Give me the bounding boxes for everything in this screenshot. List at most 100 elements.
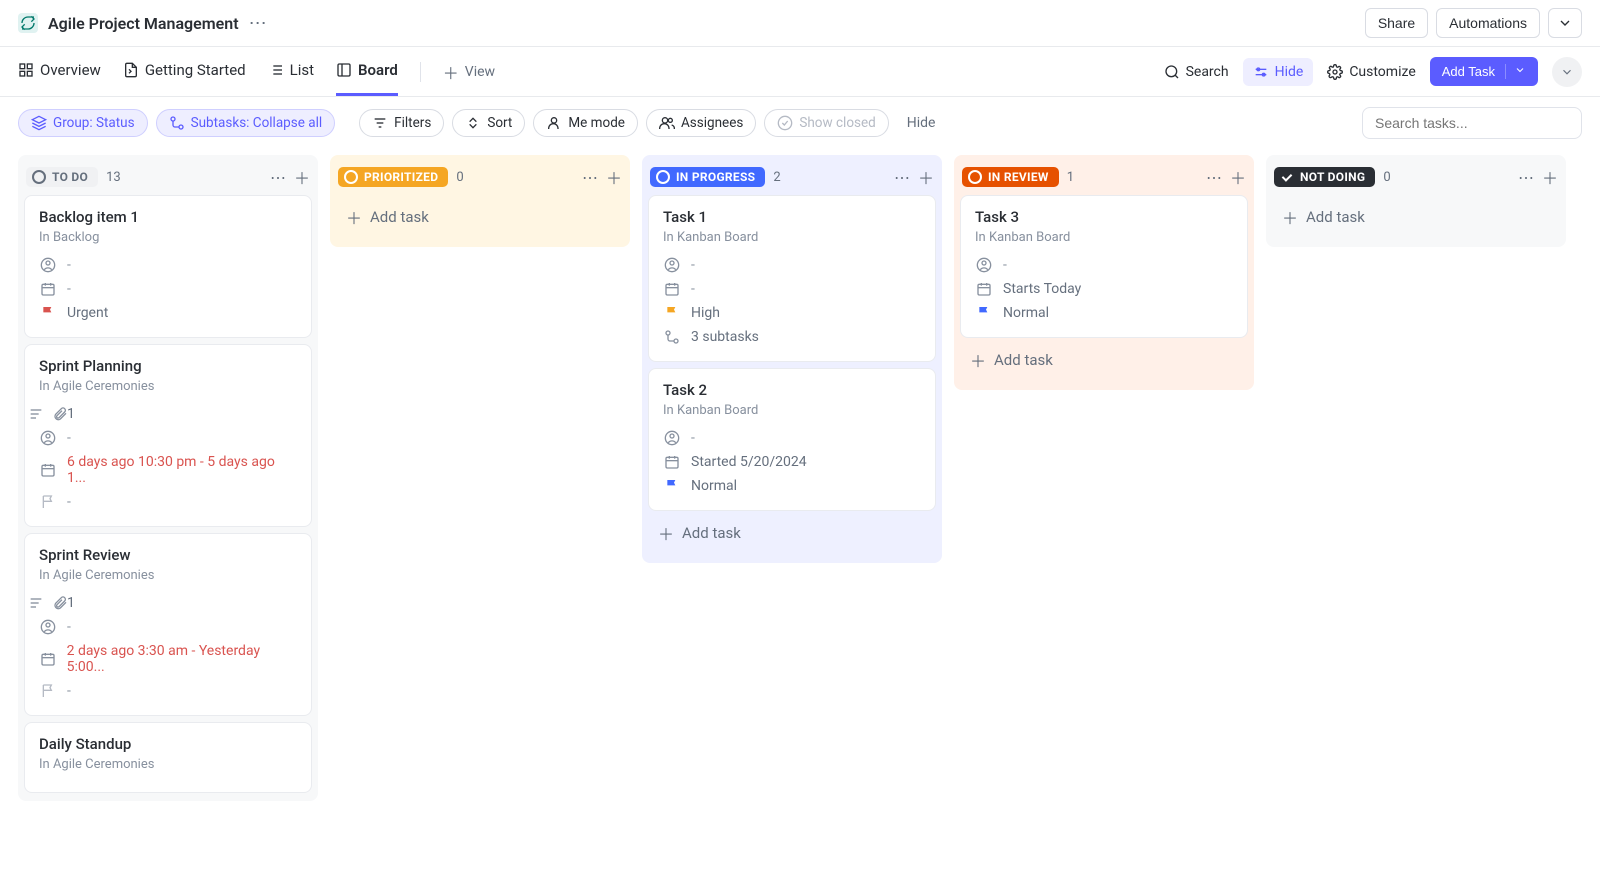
column-header: IN REVIEW1⋯＋ <box>958 159 1250 195</box>
task-card[interactable]: Sprint ReviewIn Agile Ceremonies1-2 days… <box>24 533 312 716</box>
card-row-icon <box>663 257 681 273</box>
card-row-text: 2 days ago 3:30 am - Yesterday 5:00... <box>67 643 297 675</box>
header-left: Agile Project Management ⋯ <box>18 13 268 34</box>
description-icon <box>28 406 44 422</box>
sort-chip[interactable]: Sort <box>452 109 525 137</box>
more-options-button[interactable] <box>1552 57 1582 87</box>
column-more-button[interactable]: ⋯ <box>582 168 598 187</box>
column-add-button[interactable]: ＋ <box>606 165 622 189</box>
add-task-in-column[interactable]: ＋ Add task <box>1270 195 1562 239</box>
view-tabs: Overview Getting Started List Board ＋ Vi… <box>0 47 1600 97</box>
sliders-icon <box>1253 64 1269 80</box>
task-card[interactable]: Task 1In Kanban Board--High3 subtasks <box>648 195 936 362</box>
user-circle-icon <box>976 257 992 273</box>
header: Agile Project Management ⋯ Share Automat… <box>0 0 1600 47</box>
hide-button[interactable]: Hide <box>1243 58 1314 86</box>
user-circle-icon <box>40 430 56 446</box>
status-pill[interactable]: PRIORITIZED <box>338 167 448 187</box>
status-pill[interactable]: IN PROGRESS <box>650 167 765 187</box>
add-task-in-column[interactable]: ＋ Add task <box>646 511 938 555</box>
user-circle-icon <box>664 430 680 446</box>
header-more-button[interactable]: ⋯ <box>249 13 268 34</box>
status-pill[interactable]: NOT DOING <box>1274 167 1375 187</box>
group-chip-label: Group: Status <box>53 115 135 131</box>
column-add-button[interactable]: ＋ <box>918 165 934 189</box>
add-task-label: Add task <box>682 524 741 542</box>
column-wrap: NOT DOING0⋯＋＋Add task <box>1266 155 1566 247</box>
filters-chip[interactable]: Filters <box>359 109 444 137</box>
add-view-button[interactable]: ＋ View <box>443 60 495 84</box>
me-mode-chip[interactable]: Me mode <box>533 109 638 137</box>
card-row: 1 <box>39 591 297 615</box>
plus-icon: ＋ <box>1282 205 1298 229</box>
card-row: - <box>39 490 297 514</box>
add-task-in-column[interactable]: ＋Add task <box>958 338 1250 382</box>
task-card[interactable]: Backlog item 1In Backlog--Urgent <box>24 195 312 338</box>
task-card[interactable]: Task 2In Kanban Board-Started 5/20/2024N… <box>648 368 936 511</box>
add-task-button[interactable]: Add Task <box>1430 57 1538 86</box>
add-task-in-column[interactable]: ＋Add task <box>334 195 626 239</box>
attachment-icon <box>52 595 68 611</box>
card-row: Normal <box>975 301 1233 325</box>
card-row-text: - <box>67 257 71 273</box>
tab-list[interactable]: List <box>268 47 314 96</box>
card-row-text: - <box>67 494 71 510</box>
group-chip[interactable]: Group: Status <box>18 109 148 137</box>
status-pill[interactable]: IN REVIEW <box>962 167 1059 187</box>
card-row: - <box>39 277 297 301</box>
column-header-left: IN PROGRESS2 <box>650 167 781 187</box>
column-more-button[interactable]: ⋯ <box>1518 168 1534 187</box>
card-row: 3 subtasks <box>663 325 921 349</box>
show-closed-label: Show closed <box>799 115 875 131</box>
card-row-icon <box>39 683 57 699</box>
column-more-button[interactable]: ⋯ <box>270 168 286 187</box>
column-add-button[interactable]: ＋ <box>294 165 310 189</box>
card-title: Backlog item 1 <box>39 208 297 226</box>
card-row-text: 3 subtasks <box>691 329 759 345</box>
card-row: 1 <box>39 402 297 426</box>
task-card[interactable]: Task 3In Kanban Board-Starts TodayNormal <box>960 195 1248 338</box>
user-icon <box>546 115 562 131</box>
column-header-left: PRIORITIZED0 <box>338 167 464 187</box>
calendar-icon <box>40 651 56 667</box>
subtasks-chip[interactable]: Subtasks: Collapse all <box>156 109 336 137</box>
add-task-label: Add task <box>1306 208 1365 226</box>
share-button[interactable]: Share <box>1365 8 1428 38</box>
user-circle-icon <box>664 257 680 273</box>
plus-icon: ＋ <box>658 521 674 545</box>
page-title: Agile Project Management <box>48 14 239 33</box>
task-card[interactable]: Sprint PlanningIn Agile Ceremonies1-6 da… <box>24 344 312 527</box>
flag-icon <box>664 305 680 321</box>
customize-label: Customize <box>1349 64 1415 80</box>
status-check-icon <box>1280 170 1294 184</box>
status-circle-icon <box>32 170 46 184</box>
card-subtitle: In Agile Ceremonies <box>39 757 297 772</box>
tab-overview[interactable]: Overview <box>18 47 101 96</box>
check-circle-icon <box>777 115 793 131</box>
tab-board-label: Board <box>358 61 398 79</box>
tab-getting-started[interactable]: Getting Started <box>123 47 246 96</box>
column-more-button[interactable]: ⋯ <box>1206 168 1222 187</box>
task-card[interactable]: Daily StandupIn Agile Ceremonies <box>24 722 312 793</box>
tab-board[interactable]: Board <box>336 47 398 96</box>
filters-row: Group: Status Subtasks: Collapse all Fil… <box>0 97 1600 149</box>
column-add-button[interactable]: ＋ <box>1230 165 1246 189</box>
show-closed-chip[interactable]: Show closed <box>764 109 888 137</box>
card-row: Urgent <box>39 301 297 325</box>
status-pill[interactable]: TO DO <box>26 167 98 187</box>
add-view-label: View <box>465 64 495 80</box>
automations-dropdown-button[interactable] <box>1548 8 1582 38</box>
search-tasks-input[interactable] <box>1362 107 1582 139</box>
filters-hide-button[interactable]: Hide <box>897 110 946 136</box>
filters-chip-label: Filters <box>394 115 431 131</box>
customize-button[interactable]: Customize <box>1327 64 1415 80</box>
column-add-button[interactable]: ＋ <box>1542 165 1558 189</box>
card-row-icon <box>39 281 57 297</box>
column-more-button[interactable]: ⋯ <box>894 168 910 187</box>
add-task-dropdown[interactable] <box>1505 64 1526 79</box>
tabs-right: Search Hide Customize Add Task <box>1164 57 1582 87</box>
search-button[interactable]: Search <box>1164 64 1229 80</box>
automations-button[interactable]: Automations <box>1436 8 1540 38</box>
card-row-icon <box>663 478 681 494</box>
assignees-chip[interactable]: Assignees <box>646 109 756 137</box>
